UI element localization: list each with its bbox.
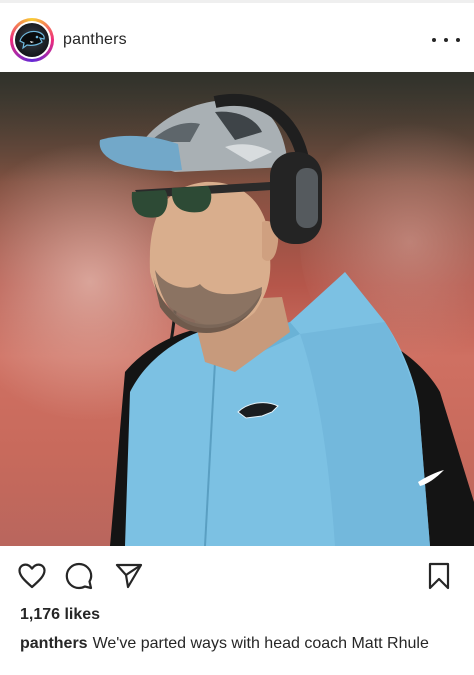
more-options-icon[interactable] <box>432 30 460 50</box>
caption-username[interactable]: panthers <box>20 635 88 652</box>
avatar[interactable] <box>10 18 54 62</box>
post-header: panthers <box>0 8 474 72</box>
comment-bubble-icon[interactable] <box>64 562 94 590</box>
caption-text: We've parted ways with head coach Matt R… <box>92 635 429 652</box>
top-divider <box>0 0 474 3</box>
paper-plane-icon[interactable] <box>114 562 144 590</box>
likes-count[interactable]: 1,176 likes <box>20 606 100 624</box>
heart-icon[interactable] <box>17 562 47 590</box>
bookmark-icon[interactable] <box>424 562 454 590</box>
post-photo[interactable] <box>0 72 474 546</box>
post-actions-bar <box>0 556 474 596</box>
panthers-logo-icon <box>15 23 49 57</box>
post-username[interactable]: panthers <box>63 31 127 49</box>
coach-figure <box>99 93 474 546</box>
post-caption: panthers We've parted ways with head coac… <box>20 634 440 654</box>
